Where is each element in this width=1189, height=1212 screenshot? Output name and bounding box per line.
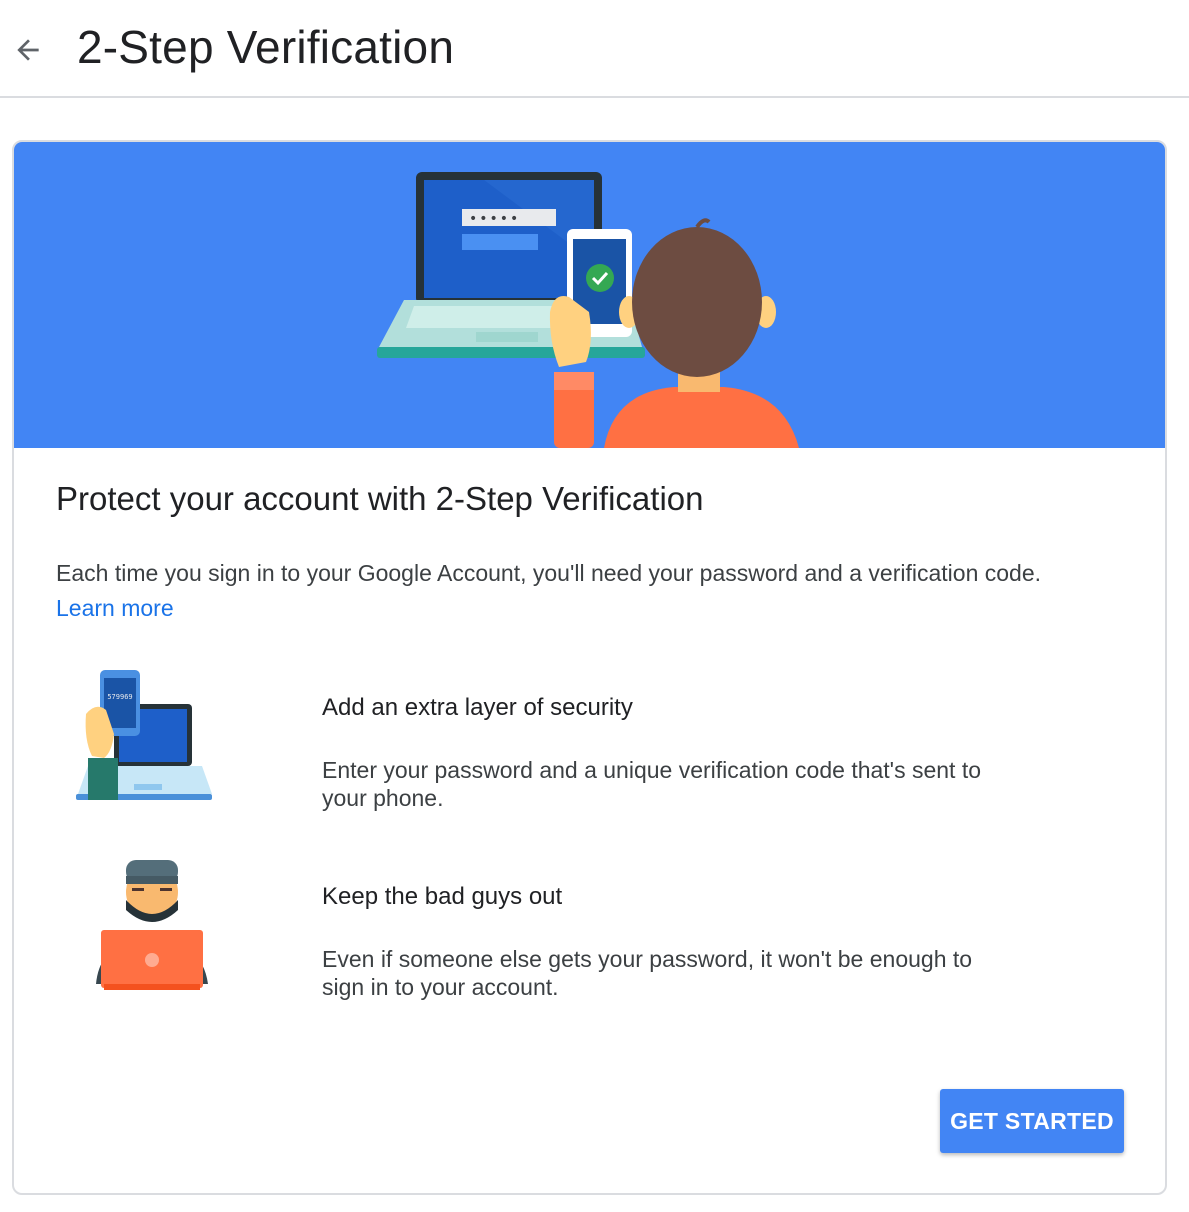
hacker-laptop-icon — [96, 860, 208, 990]
feature-desc-bad-guys: Even if someone else gets your password,… — [322, 946, 973, 1000]
intro-text: Each time you sign in to your Google Acc… — [56, 560, 1042, 586]
phone-code-laptop-icon: 579969 — [76, 670, 212, 800]
back-button[interactable] — [6, 28, 50, 72]
learn-more-link[interactable]: Learn more — [56, 591, 174, 626]
hero-password-dots: ••••• — [469, 211, 520, 227]
two-step-card: ••••• Protect your account with 2-Step V… — [12, 140, 1167, 1195]
feature-title-bad-guys: Keep the bad guys out — [322, 883, 563, 910]
feature-desc-security: Enter your password and a unique verific… — [322, 757, 982, 811]
feature-title-security: Add an extra layer of security — [322, 694, 633, 721]
get-started-button[interactable]: GET STARTED — [940, 1089, 1124, 1153]
hero-banner: ••••• — [14, 142, 1165, 448]
hero-illustration: ••••• — [377, 172, 799, 448]
feature-phone-code: 579969 — [107, 693, 132, 701]
page-title: 2-Step Verification — [77, 21, 455, 73]
arrow-back-icon — [17, 39, 39, 61]
card-heading: Protect your account with 2-Step Verific… — [56, 480, 704, 517]
intro-paragraph: Each time you sign in to your Google Acc… — [56, 556, 1136, 626]
top-app-bar: 2-Step Verification — [0, 0, 1189, 98]
